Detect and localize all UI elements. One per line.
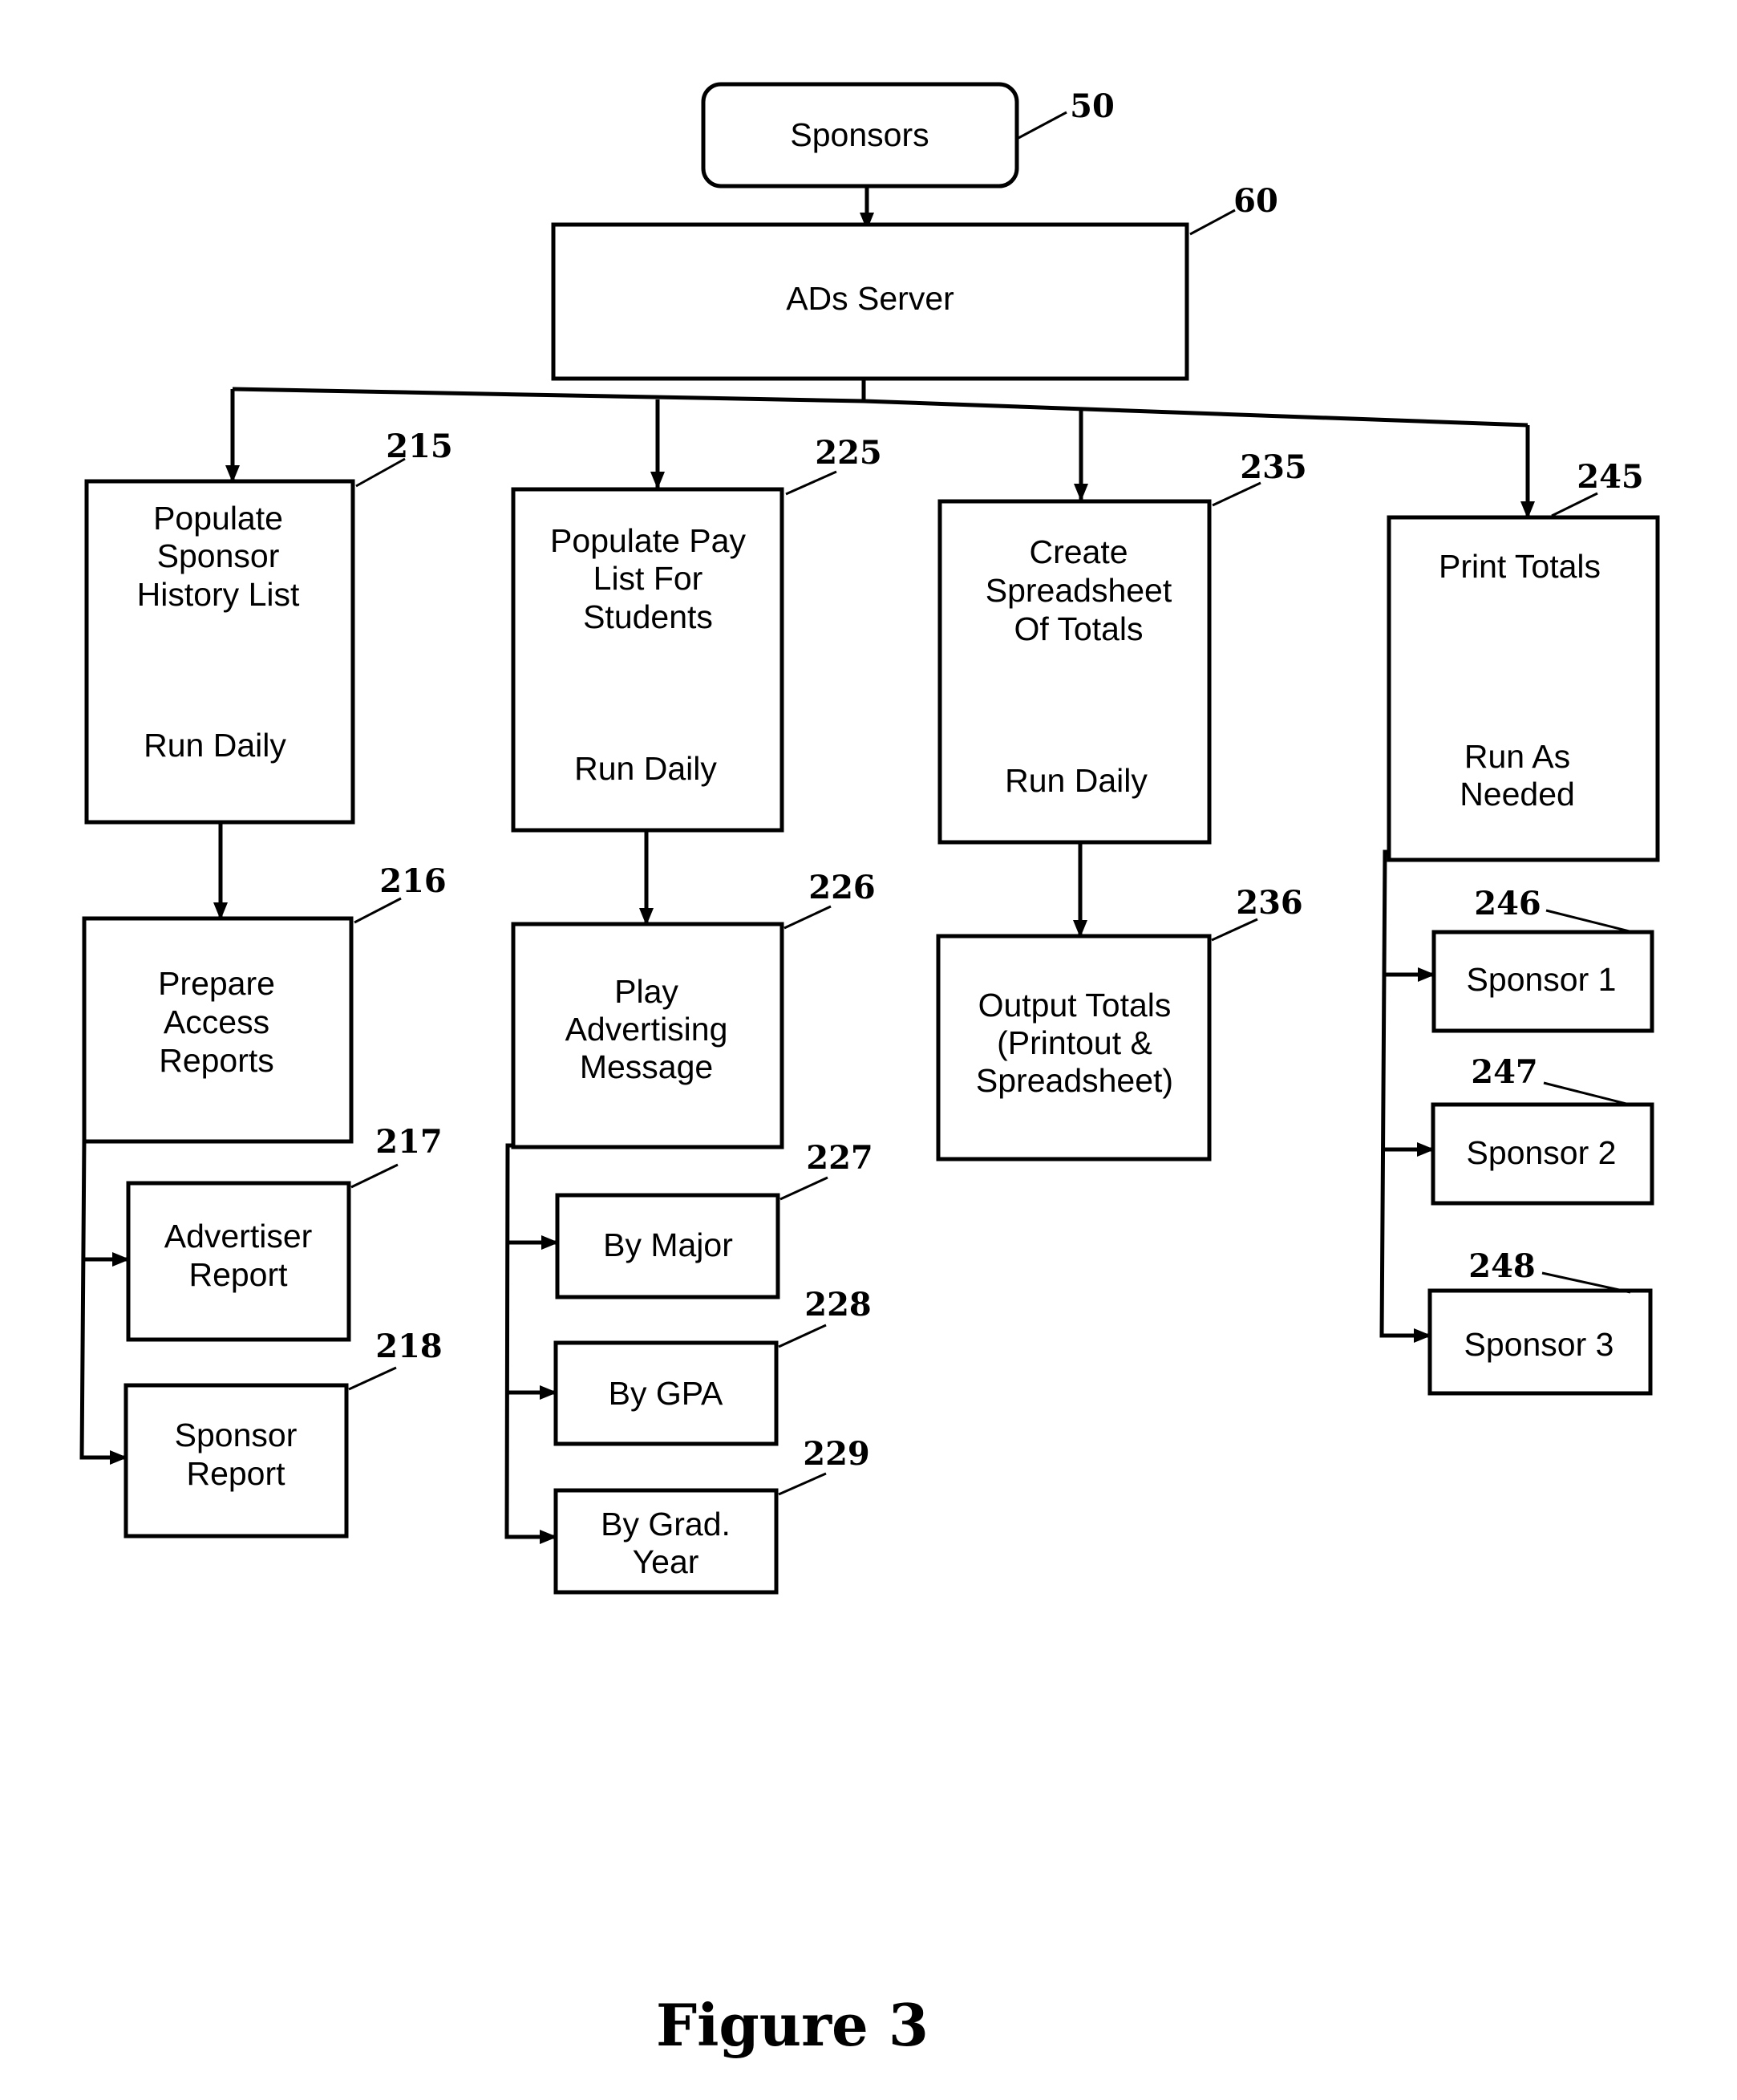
sponsors-node: Sponsors 50: [701, 82, 1115, 189]
figure-caption: Figure 3: [656, 1991, 929, 2059]
node-215-schedule: Run Daily: [144, 727, 286, 764]
ref-leader-235: [1212, 481, 1261, 507]
ref-leader-60: [1189, 209, 1236, 236]
node-217-line-2: Report: [188, 1256, 288, 1293]
node-217: Advertiser Report 217: [126, 1123, 443, 1342]
ref-label-50: 50: [1070, 87, 1115, 125]
branch-line-226: [504, 1143, 556, 1539]
node-235-schedule: Run Daily: [1005, 762, 1148, 799]
node-226: Play Advertising Message 226: [511, 869, 876, 1149]
node-245-schedule-1: Run As: [1464, 738, 1570, 775]
node-226-line-3: Message: [580, 1048, 713, 1085]
node-215-line-3: History List: [137, 576, 300, 613]
node-247-line-1: Sponsor 2: [1467, 1134, 1617, 1171]
ref-leader-217: [350, 1163, 399, 1189]
node-227-line-1: By Major: [603, 1226, 733, 1263]
node-245-line-1: Print Totals: [1439, 548, 1601, 585]
ref-label-218: 218: [375, 1328, 443, 1365]
node-216: Prepare Access Reports 216: [82, 862, 447, 1144]
node-227: By Major 227: [555, 1139, 873, 1299]
node-246: Sponsor 1 246: [1431, 885, 1654, 1033]
ref-label-245: 245: [1577, 458, 1644, 496]
node-235-line-1: Create: [1029, 533, 1128, 570]
node-245: Print Totals Run As Needed 245: [1387, 458, 1660, 862]
node-216-line-1: Prepare: [158, 965, 275, 1002]
ref-label-216: 216: [379, 862, 447, 900]
node-225-line-3: Students: [583, 598, 713, 635]
ref-leader-225: [785, 470, 837, 496]
node-247: Sponsor 2 247: [1431, 1053, 1654, 1206]
node-236-line-2: (Printout &: [997, 1024, 1152, 1061]
node-225-schedule: Run Daily: [574, 750, 717, 787]
node-225: Populate Pay List For Students Run Daily…: [511, 434, 882, 833]
node-229-line-1: By Grad.: [601, 1506, 731, 1543]
node-235-line-2: Spreadsheet: [986, 572, 1172, 609]
node-215-line-2: Sponsor: [157, 537, 280, 574]
flowchart-diagram: Sponsors 50 ADs Server 60 Populate Spons…: [79, 82, 1660, 2059]
ref-leader-227: [779, 1176, 828, 1201]
ads-server-label: ADs Server: [786, 280, 954, 317]
ref-leader-236: [1211, 918, 1258, 942]
node-225-line-1: Populate Pay: [550, 522, 746, 559]
ref-label-228: 228: [804, 1286, 872, 1324]
ref-label-60: 60: [1233, 182, 1278, 220]
node-228-line-1: By GPA: [609, 1375, 723, 1412]
ref-leader-229: [778, 1472, 827, 1496]
node-236-line-1: Output Totals: [978, 987, 1172, 1024]
ref-label-235: 235: [1240, 448, 1307, 486]
ads-server-node: ADs Server 60: [551, 182, 1278, 381]
node-217-line-1: Advertiser: [164, 1218, 313, 1255]
node-218-line-1: Sponsor: [175, 1417, 298, 1453]
ref-leader-246: [1545, 909, 1637, 934]
ref-leader-245: [1551, 492, 1598, 517]
node-245-schedule-2: Needed: [1460, 776, 1575, 813]
node-236-line-3: Spreadsheet): [976, 1062, 1173, 1099]
node-215: Populate Sponsor History List Run Daily …: [84, 428, 453, 825]
ref-leader-216: [354, 897, 402, 924]
node-228: By GPA 228: [553, 1286, 872, 1446]
ref-label-227: 227: [806, 1139, 873, 1177]
node-236: Output Totals (Printout & Spreadsheet) 2…: [936, 884, 1303, 1161]
node-248-line-1: Sponsor 3: [1464, 1326, 1614, 1363]
ref-label-225: 225: [815, 434, 882, 472]
branch-line-245: [1379, 849, 1430, 1338]
ref-leader-50: [1018, 111, 1067, 140]
node-226-line-1: Play: [614, 973, 678, 1010]
node-229: By Grad. Year 229: [553, 1435, 870, 1595]
sponsors-label: Sponsors: [790, 116, 929, 153]
node-248: Sponsor 3 248: [1427, 1247, 1653, 1396]
node-235: Create Spreadsheet Of Totals Run Daily 2…: [937, 448, 1307, 845]
ref-label-229: 229: [803, 1435, 870, 1473]
ref-leader-247: [1543, 1081, 1634, 1107]
node-215-line-1: Populate: [153, 500, 283, 537]
node-218: Sponsor Report 218: [123, 1328, 443, 1539]
ref-label-215: 215: [386, 428, 453, 465]
node-229-line-2: Year: [633, 1543, 699, 1580]
node-235-line-3: Of Totals: [1014, 610, 1143, 647]
ref-label-248: 248: [1468, 1247, 1536, 1285]
node-216-line-3: Reports: [159, 1042, 274, 1079]
ref-label-217: 217: [375, 1123, 443, 1161]
node-216-line-2: Access: [164, 1003, 269, 1040]
node-226-line-2: Advertising: [565, 1011, 728, 1048]
ref-label-246: 246: [1474, 885, 1541, 922]
node-225-line-2: List For: [593, 560, 703, 597]
ref-label-236: 236: [1236, 884, 1303, 922]
bus-line: [232, 387, 1528, 428]
branch-line-216: [79, 1138, 126, 1460]
ref-leader-218: [348, 1366, 397, 1391]
node-246-line-1: Sponsor 1: [1467, 961, 1617, 998]
ref-label-247: 247: [1471, 1053, 1538, 1091]
ref-leader-226: [783, 905, 832, 930]
node-218-line-2: Report: [186, 1455, 285, 1492]
ref-leader-228: [778, 1324, 827, 1348]
ref-label-226: 226: [808, 869, 876, 906]
